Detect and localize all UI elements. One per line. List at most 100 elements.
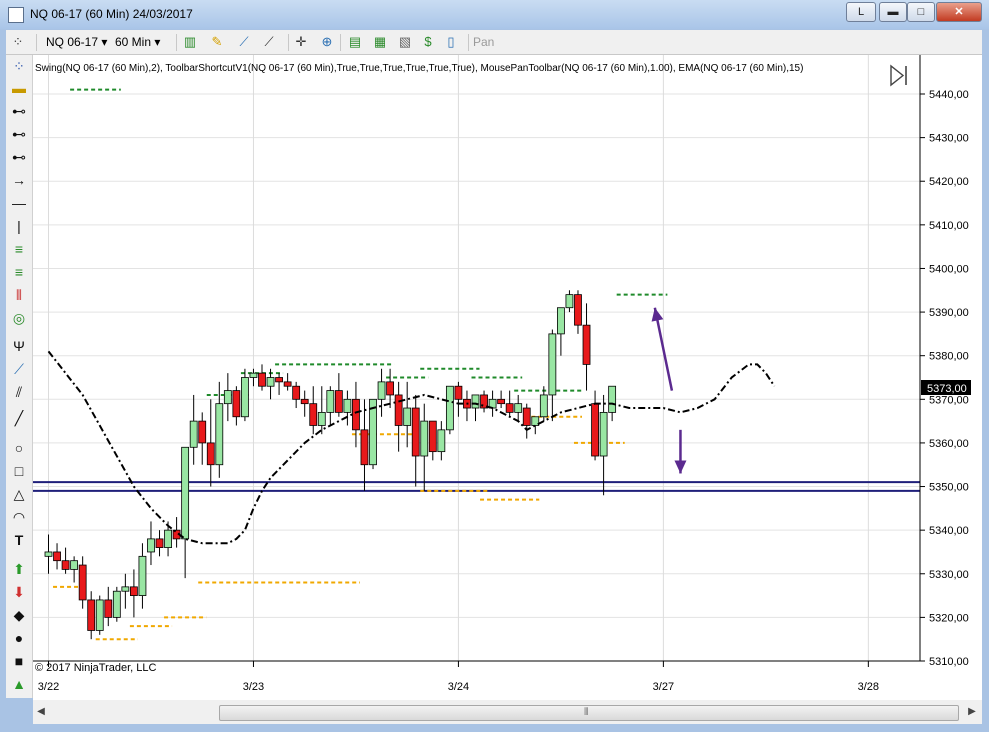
candle-body bbox=[61, 560, 70, 570]
candle-body bbox=[206, 442, 215, 466]
bar-style-icon[interactable]: ▥ bbox=[182, 34, 198, 50]
grip-icon: ⦀ bbox=[584, 707, 589, 718]
arrow-up-icon[interactable]: ⬆ bbox=[10, 560, 28, 578]
crosshair-menu-icon[interactable]: ⁘ bbox=[10, 34, 26, 50]
candle-body bbox=[241, 377, 249, 418]
candle-body bbox=[454, 385, 463, 400]
vertical-line-icon[interactable]: | bbox=[10, 217, 28, 235]
candle-body bbox=[582, 324, 591, 365]
chart-area[interactable]: 5440,00 5430,00 5420,00 5410,00 5400,00 5390,… bbox=[33, 55, 982, 700]
maximize-button[interactable]: □ bbox=[907, 2, 935, 22]
time-tick-label: 3/24 bbox=[448, 681, 469, 693]
horizontal-line-icon[interactable]: — bbox=[10, 194, 28, 212]
time-tick-label: 3/27 bbox=[653, 681, 674, 693]
copyright-label: © 2017 NinjaTrader, LLC bbox=[35, 662, 156, 674]
candle-body bbox=[155, 538, 164, 548]
ellipse-icon[interactable]: ○ bbox=[10, 439, 28, 457]
magnet-icon[interactable]: ⟋ bbox=[261, 34, 277, 50]
price-tick-label: 5400,00 bbox=[929, 263, 969, 275]
rectangle-icon[interactable]: □ bbox=[10, 462, 28, 480]
period-label: 60 Min bbox=[115, 35, 152, 49]
square-icon[interactable]: ■ bbox=[10, 652, 28, 670]
candle-body bbox=[471, 394, 480, 409]
toolbar-separator bbox=[288, 34, 289, 51]
trend-channel-icon[interactable]: ╱ bbox=[10, 409, 28, 427]
arc-icon[interactable]: ◠ bbox=[10, 508, 28, 526]
candle-body bbox=[386, 381, 395, 396]
close-button[interactable]: ✕ bbox=[936, 2, 982, 22]
andrews-pitchfork-icon[interactable]: Ψ bbox=[10, 337, 28, 355]
pencil-icon[interactable]: ✎ bbox=[209, 34, 225, 50]
gann-fan-icon[interactable]: ⟋ bbox=[10, 360, 28, 378]
extended-line-icon[interactable]: ⊷ bbox=[10, 125, 28, 143]
price-tick-label: 5380,00 bbox=[929, 351, 969, 363]
data-box-icon[interactable]: ▯ bbox=[443, 34, 459, 50]
triangle-icon[interactable]: △ bbox=[10, 485, 28, 503]
instrument-selector[interactable]: NQ 06-17 ▾ bbox=[46, 33, 107, 51]
chart-toolbar: ⁘ NQ 06-17 ▾ 60 Min ▾ ▥ ✎ ⟋ ⟋ ✛ ⊕ ▤ ▦ ▧ … bbox=[6, 30, 982, 55]
line-icon[interactable]: ⊷ bbox=[10, 102, 28, 120]
candle-body bbox=[44, 551, 53, 557]
price-chart[interactable]: 5440,00 5430,00 5420,00 5410,00 5400,00 5390,… bbox=[33, 55, 982, 700]
scroll-right-icon[interactable]: ▶ bbox=[966, 705, 978, 719]
diamond-icon[interactable]: ◆ bbox=[10, 606, 28, 624]
candle-body bbox=[215, 403, 224, 466]
strategies-icon[interactable]: ▦ bbox=[372, 34, 388, 50]
candle-body bbox=[78, 564, 87, 601]
time-tick-label: 3/22 bbox=[38, 681, 59, 693]
candle-body bbox=[591, 403, 599, 457]
zoom-icon[interactable]: ⊕ bbox=[319, 34, 335, 50]
price-tick-label: 5410,00 bbox=[929, 220, 969, 232]
arrow-down-icon[interactable]: ⬇ bbox=[10, 583, 28, 601]
candle-body bbox=[70, 560, 79, 570]
candle-body bbox=[565, 294, 574, 309]
candle-body bbox=[377, 381, 386, 400]
fib-circle-icon[interactable]: ◎ bbox=[10, 309, 28, 327]
time-tick-label: 3/28 bbox=[858, 681, 879, 693]
triangle-up-icon[interactable]: ▲ bbox=[10, 675, 28, 693]
candle-body bbox=[352, 398, 360, 431]
link-button[interactable]: L bbox=[846, 2, 876, 22]
channel-icon[interactable]: ≡ bbox=[10, 240, 28, 258]
period-selector[interactable]: 60 Min ▾ bbox=[115, 33, 160, 51]
candle-body bbox=[394, 394, 403, 426]
candle-body bbox=[343, 398, 352, 413]
candle-body bbox=[95, 599, 104, 631]
window-titlebar: NQ 06-17 (60 Min) 24/03/2017 L ▬ □ ✕ bbox=[0, 0, 989, 29]
candle-body bbox=[539, 394, 548, 418]
candle-body bbox=[53, 551, 61, 562]
candle-body bbox=[249, 372, 258, 378]
price-tick-label: 5440,00 bbox=[929, 89, 969, 101]
candle-body bbox=[411, 407, 420, 457]
candle-body bbox=[445, 385, 454, 431]
toolbar-separator bbox=[176, 34, 177, 51]
dollar-icon[interactable]: $ bbox=[420, 34, 436, 50]
arrow-line-icon[interactable]: → bbox=[10, 171, 28, 189]
price-marker: 5373,00 bbox=[921, 380, 971, 395]
candle-body bbox=[275, 377, 283, 383]
price-tick-label: 5310,00 bbox=[929, 656, 969, 668]
crosshair-icon[interactable]: ✛ bbox=[293, 34, 309, 50]
text-icon[interactable]: T bbox=[10, 531, 28, 549]
price-tick-label: 5370,00 bbox=[929, 394, 969, 406]
minimize-button[interactable]: ▬ bbox=[879, 2, 907, 22]
instrument-label: NQ 06-17 bbox=[46, 35, 99, 49]
candle-body bbox=[505, 403, 514, 413]
price-tick-label: 5320,00 bbox=[929, 612, 969, 624]
indicators-icon[interactable]: ▤ bbox=[347, 34, 363, 50]
dot-icon[interactable]: ● bbox=[10, 629, 28, 647]
chart-properties-icon[interactable]: ▧ bbox=[397, 34, 413, 50]
candle-body bbox=[403, 407, 412, 426]
scroll-thumb[interactable]: ⦀ bbox=[219, 705, 959, 721]
regression-channel-icon[interactable]: ⫽ bbox=[10, 383, 28, 401]
fib-time-icon[interactable]: ⦀ bbox=[10, 286, 28, 304]
horizontal-scrollbar[interactable]: ◀ ⦀ ▶ bbox=[33, 700, 982, 724]
candle-body bbox=[130, 586, 138, 596]
fibonacci-icon[interactable]: ≡ bbox=[10, 263, 28, 281]
ray-icon[interactable]: ⊷ bbox=[10, 148, 28, 166]
cursor-icon[interactable]: ⁘ bbox=[10, 57, 28, 75]
ruler-icon[interactable]: ▬ bbox=[10, 79, 28, 97]
scroll-left-icon[interactable]: ◀ bbox=[35, 705, 47, 719]
pan-button[interactable]: Pan bbox=[473, 33, 494, 51]
draw-line-icon[interactable]: ⟋ bbox=[236, 34, 252, 50]
